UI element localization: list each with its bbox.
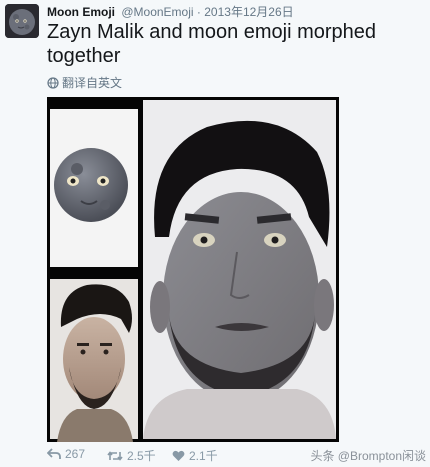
like-button[interactable]: 2.1千 [172,447,218,464]
media-image [47,97,339,442]
translate-link[interactable]: 翻译自英文 [47,74,122,91]
tweet: Moon Emoji @MoonEmoji · 2013年12月26日 Zayn… [0,0,430,467]
author-handle[interactable]: @MoonEmoji [121,5,193,19]
moon-emoji-face [54,148,128,222]
translate-label: 翻译自英文 [62,76,123,90]
tweet-date[interactable]: 2013年12月26日 [204,5,293,19]
author-name[interactable]: Moon Emoji [47,5,115,19]
globe-icon [47,76,59,89]
reply-button[interactable]: 267 [47,447,85,461]
watermark: 头条 @Brompton闲谈 [310,449,426,463]
heart-icon [172,450,185,461]
tweet-header: Moon Emoji @MoonEmoji · 2013年12月26日 [47,3,294,20]
reply-count: 267 [65,447,86,461]
tweet-media[interactable] [47,97,339,442]
tweet-text: Zayn Malik and moon emoji morphed togeth… [47,21,377,67]
like-count: 2.1千 [189,449,218,463]
header-separator: · [196,5,201,19]
reply-icon [47,448,61,459]
retweet-count: 2.5千 [127,449,156,463]
retweet-icon [107,450,123,461]
moon-emoji-avatar-icon [5,4,39,38]
avatar[interactable] [5,4,39,38]
retweet-button[interactable]: 2.5千 [107,447,156,464]
